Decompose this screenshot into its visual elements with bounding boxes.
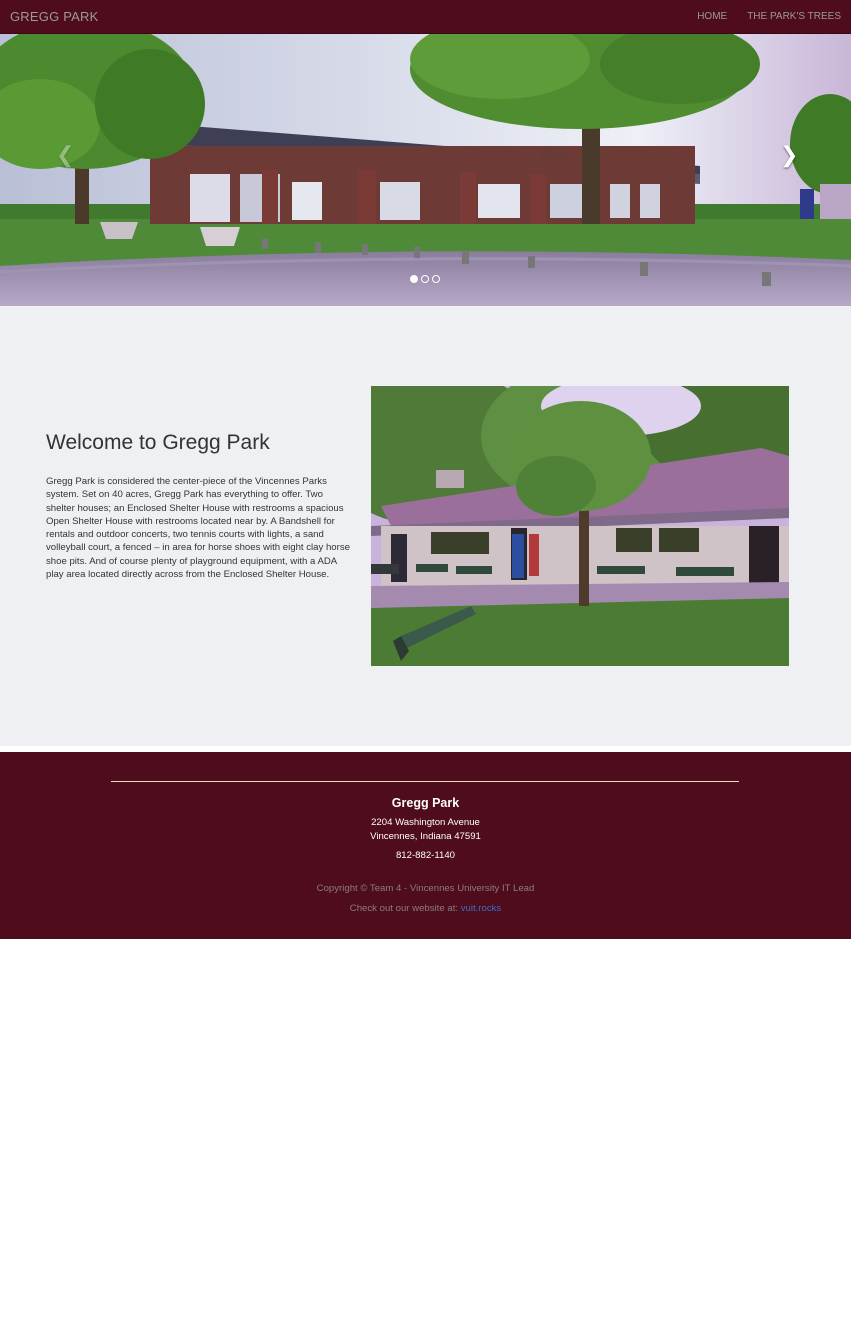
brand-link[interactable]: GREGG PARK: [10, 9, 98, 24]
footer-address-line2: Vincennes, Indiana 47591: [370, 831, 481, 842]
footer-website: Check out our website at: vuit.rocks: [0, 903, 851, 914]
hero-carousel: ❮ ❯: [0, 34, 851, 306]
footer-divider: [111, 781, 739, 782]
nav-links: HOME THE PARK'S TREES: [697, 11, 841, 22]
navbar: GREGG PARK HOME THE PARK'S TREES: [0, 0, 851, 34]
carousel-indicators: [410, 275, 440, 283]
footer-phone: 812-882-1140: [395, 850, 456, 861]
site-footer: Gregg Park 2204 Washington Avenue Vincen…: [0, 752, 851, 939]
carousel-indicator-2[interactable]: [421, 275, 429, 283]
carousel-indicator-1[interactable]: [410, 275, 418, 283]
carousel-next-icon[interactable]: ❯: [780, 142, 798, 168]
nav-link-park-trees[interactable]: THE PARK'S TREES: [747, 11, 841, 22]
footer-address-line1: 2204 Washington Avenue: [371, 817, 480, 828]
welcome-paragraph: Gregg Park is considered the center-piec…: [46, 476, 350, 581]
footer-website-link[interactable]: vuit.rocks: [461, 903, 502, 914]
footer-park-name: Gregg Park: [391, 796, 460, 810]
carousel-image-open-shelter: [0, 34, 851, 306]
nav-link-home[interactable]: HOME: [697, 11, 727, 22]
enclosed-shelter-photo: [371, 386, 789, 666]
carousel-prev-icon[interactable]: ❮: [56, 142, 74, 168]
carousel-indicator-3[interactable]: [432, 275, 440, 283]
footer-website-prefix: Check out our website at:: [349, 903, 459, 914]
welcome-heading: Welcome to Gregg Park: [46, 431, 270, 454]
footer-copyright: Copyright © Team 4 - Vincennes Universit…: [316, 883, 535, 894]
welcome-section: Welcome to Gregg Park Gregg Park is cons…: [0, 306, 851, 746]
